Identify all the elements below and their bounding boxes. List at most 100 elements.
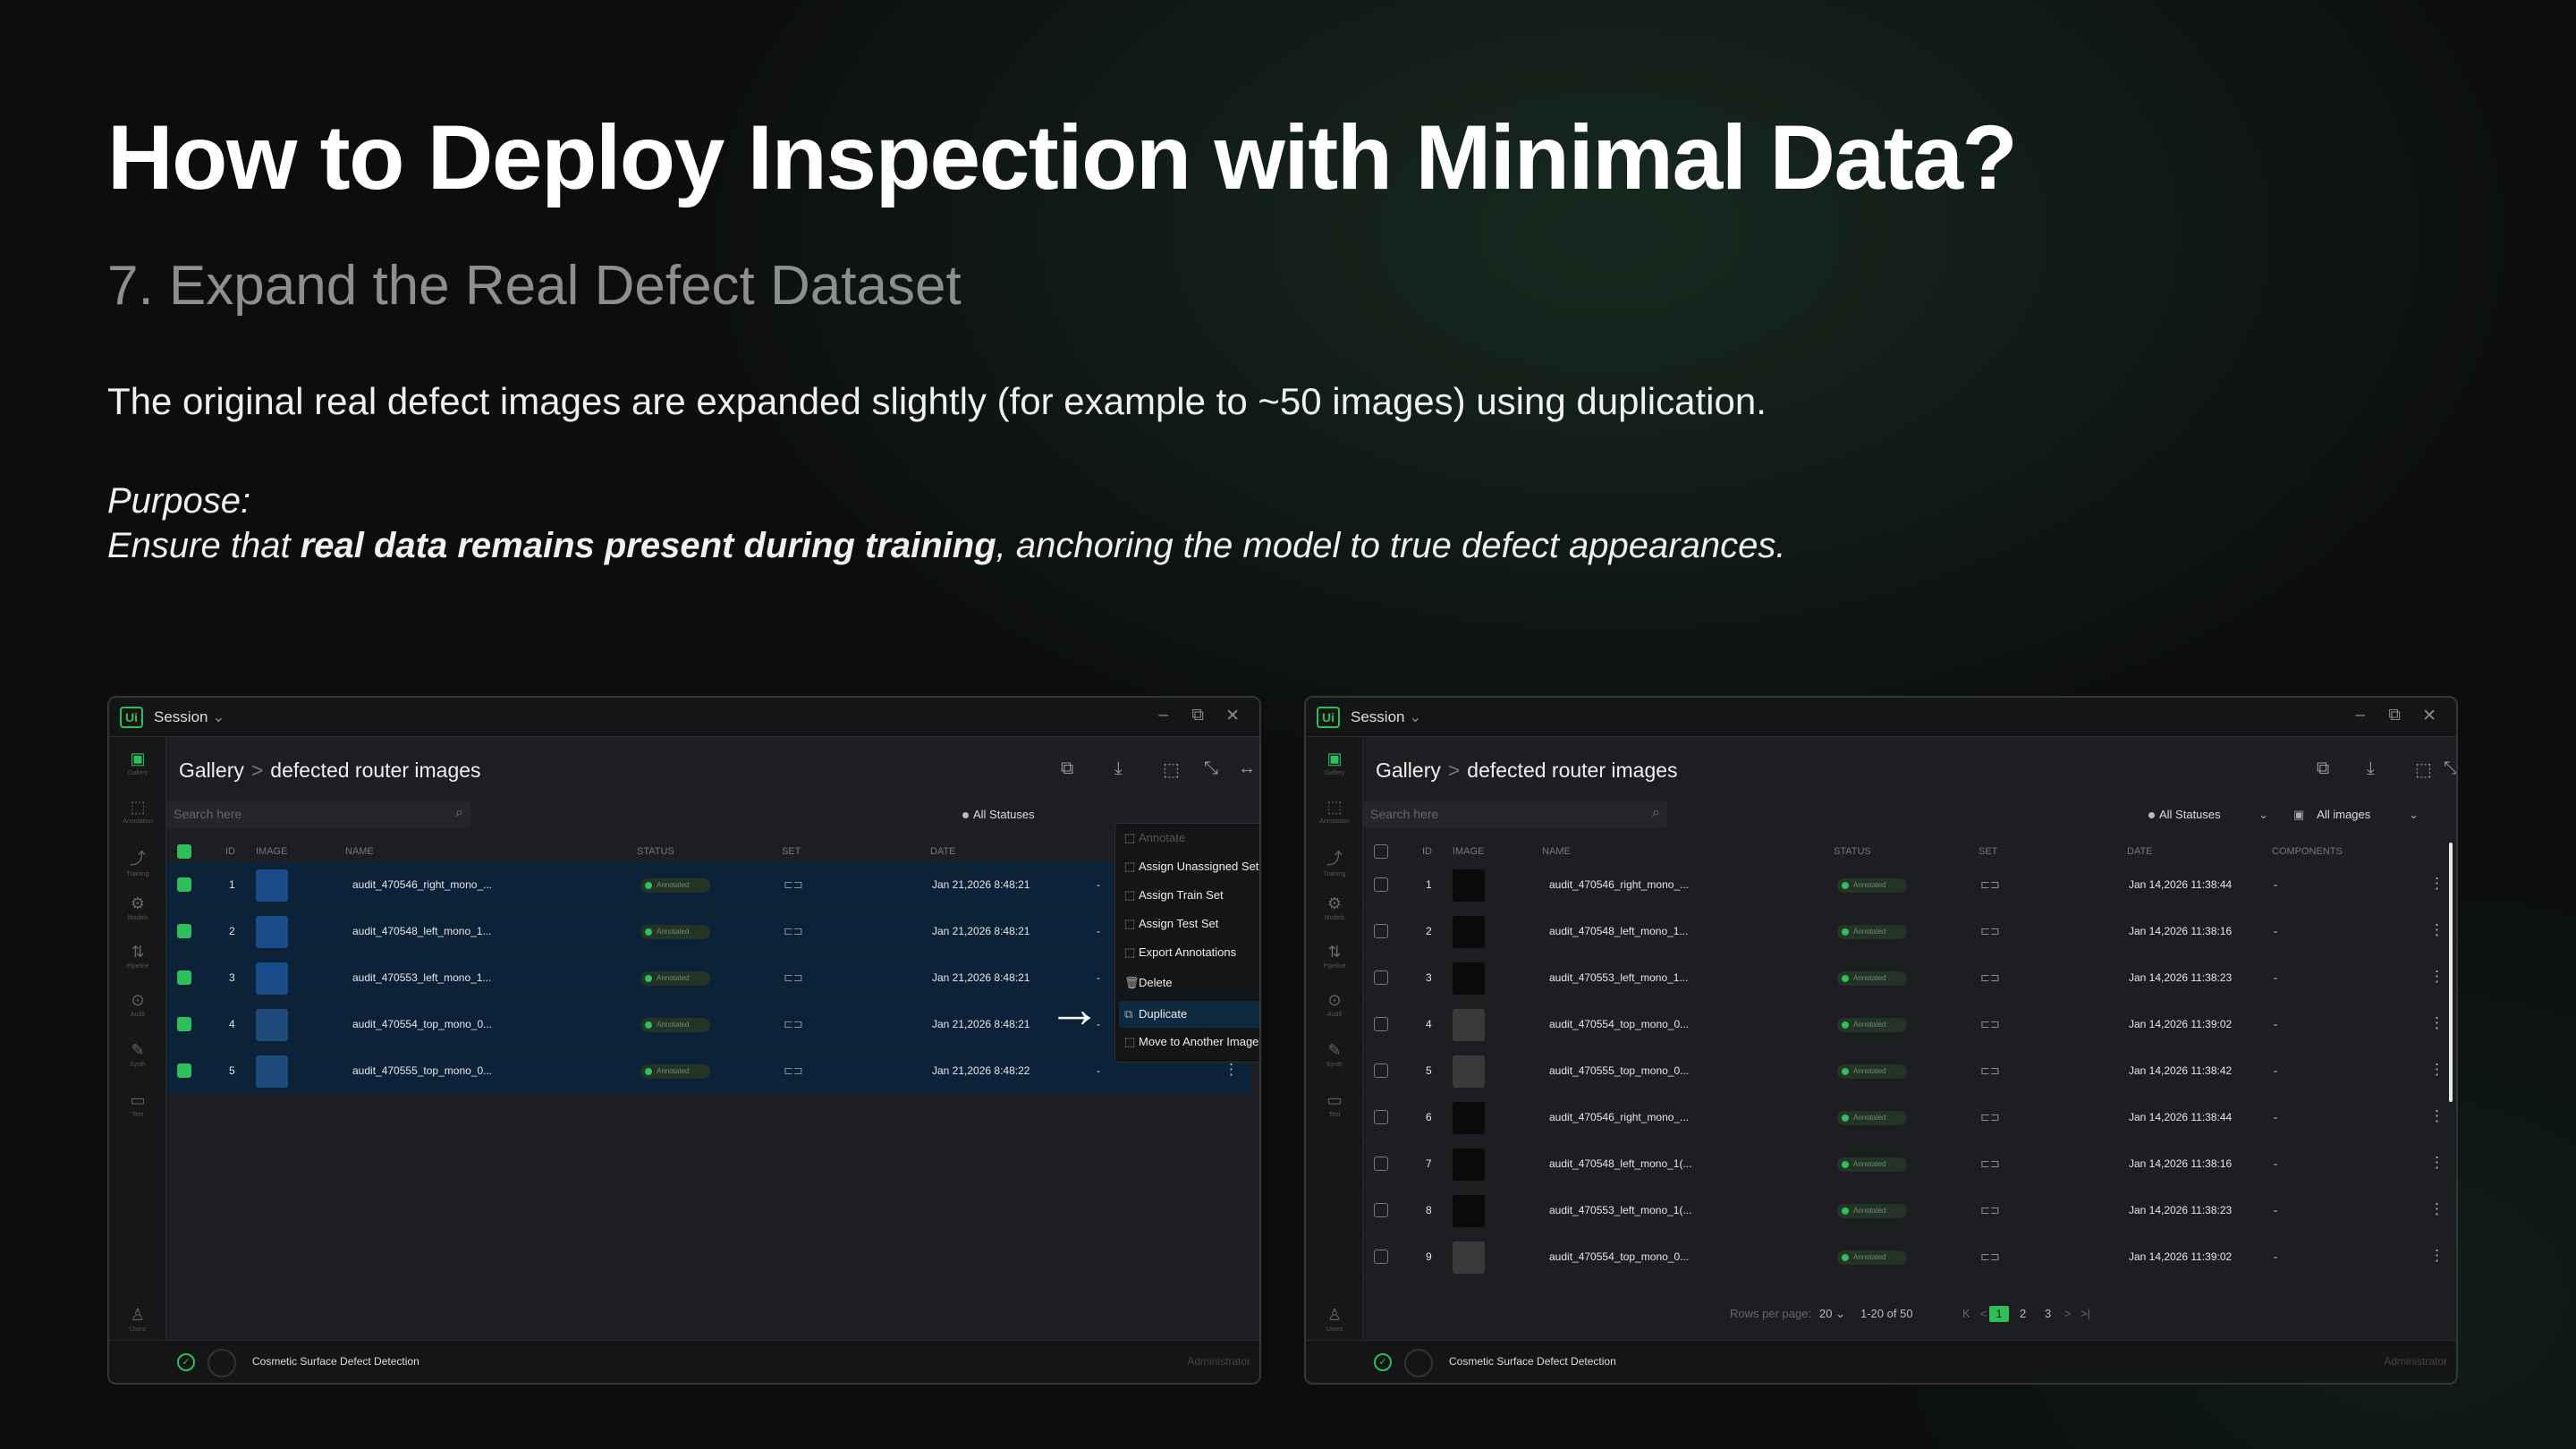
row-name[interactable]: audit_470548_left_mono_1... bbox=[1549, 925, 1688, 937]
breadcrumb-gallery[interactable]: Gallery bbox=[1376, 758, 1441, 782]
sidebar-item[interactable]: ⇅ Pipeline bbox=[1317, 943, 1352, 970]
scrollbar[interactable] bbox=[2449, 843, 2453, 1102]
table-row[interactable]: 1 audit_470546_right_mono_... Annotated ⊏⊐ J… bbox=[1363, 862, 2447, 909]
sidebar-item[interactable]: ✎ Synth bbox=[1317, 1041, 1352, 1068]
row-name[interactable]: audit_470548_left_mono_1(... bbox=[1549, 1157, 1691, 1170]
image-thumbnail[interactable] bbox=[1453, 962, 1485, 995]
table-row[interactable]: 9 audit_470554_top_mono_0... Annotated ⊏⊐ Ja… bbox=[1363, 1234, 2447, 1281]
download-icon[interactable]: ⤓ bbox=[1114, 758, 1123, 779]
crop-icon[interactable]: ⬚ bbox=[2415, 758, 2432, 781]
minimize-button[interactable]: – bbox=[2355, 706, 2365, 725]
sidebar-item[interactable]: ⤴ Training bbox=[1317, 846, 1352, 877]
collapse-icon[interactable]: ⤡ bbox=[2444, 758, 2456, 779]
table-row[interactable]: 3 audit_470553_left_mono_1... Annotated ⊏⊐ J… bbox=[1363, 955, 2447, 1002]
image-thumbnail[interactable] bbox=[256, 916, 288, 948]
table-row[interactable]: 8 audit_470553_left_mono_1(... Annotated ⊏⊐… bbox=[1363, 1188, 2447, 1234]
menu-item-delete[interactable]: 🗑Delete bbox=[1124, 976, 1173, 990]
image-thumbnail[interactable] bbox=[256, 1055, 288, 1088]
row-checkbox[interactable] bbox=[177, 1063, 191, 1078]
image-thumbnail[interactable] bbox=[1453, 1148, 1485, 1181]
sidebar-item[interactable]: ⇅ Pipeline bbox=[120, 943, 156, 970]
image-thumbnail[interactable] bbox=[1453, 1102, 1485, 1134]
breadcrumb-gallery[interactable]: Gallery bbox=[179, 758, 244, 782]
image-thumbnail[interactable] bbox=[1453, 916, 1485, 948]
row-checkbox[interactable] bbox=[1374, 1250, 1388, 1264]
first-page-button[interactable]: K bbox=[1962, 1307, 1970, 1320]
more-options-icon[interactable]: ⋮ bbox=[2429, 921, 2445, 939]
row-checkbox[interactable] bbox=[1374, 1157, 1388, 1171]
session-menu[interactable]: Session ⌄ bbox=[1351, 708, 1421, 726]
menu-item-assign-unassigned-set[interactable]: ⬚ Assign Unassigned Set bbox=[1124, 860, 1258, 874]
image-thumbnail[interactable] bbox=[256, 962, 288, 995]
row-checkbox[interactable] bbox=[1374, 1063, 1388, 1078]
menu-item-move-to-another-imageset[interactable]: ⬚ Move to Another Imageset bbox=[1124, 1035, 1259, 1049]
prev-page-button[interactable]: < bbox=[1980, 1307, 1987, 1320]
row-checkbox[interactable] bbox=[1374, 970, 1388, 985]
restore-button[interactable]: ⧉ bbox=[1191, 706, 1204, 725]
table-row[interactable]: 5 audit_470555_top_mono_0... Annotated ⊏⊐ Ja… bbox=[1363, 1048, 2447, 1095]
row-checkbox[interactable] bbox=[177, 877, 191, 892]
last-page-button[interactable]: >| bbox=[2080, 1307, 2090, 1320]
select-all-checkbox[interactable] bbox=[1374, 844, 1388, 859]
menu-item-assign-train-set[interactable]: ⬚ Assign Train Set bbox=[1124, 888, 1224, 902]
row-name[interactable]: audit_470553_left_mono_1(... bbox=[1549, 1204, 1691, 1216]
row-checkbox[interactable] bbox=[1374, 1110, 1388, 1124]
more-options-icon[interactable]: ⋮ bbox=[2429, 1061, 2445, 1079]
row-checkbox[interactable] bbox=[1374, 924, 1388, 938]
page-2-button[interactable]: 2 bbox=[2020, 1307, 2026, 1320]
status-filter[interactable]: All Statuses ⌄ bbox=[2140, 801, 2275, 828]
row-name[interactable]: audit_470553_left_mono_1... bbox=[1549, 971, 1688, 984]
expand-icon[interactable]: ↔ bbox=[1238, 758, 1256, 779]
image-thumbnail[interactable] bbox=[256, 1009, 288, 1041]
menu-item-assign-test-set[interactable]: ⬚ Assign Test Set bbox=[1124, 917, 1218, 931]
sidebar-item[interactable]: ⬚ Annotation bbox=[120, 798, 156, 825]
row-checkbox[interactable] bbox=[1374, 877, 1388, 892]
restore-button[interactable]: ⧉ bbox=[2388, 706, 2401, 725]
menu-item-export-annotations[interactable]: ⬚ Export Annotations bbox=[1124, 945, 1236, 960]
page-1-button[interactable]: 1 bbox=[1989, 1306, 2009, 1322]
search-input[interactable]: Search here ⌕ bbox=[1363, 801, 1667, 828]
sidebar-item[interactable]: ♙ Users bbox=[120, 1306, 156, 1333]
sidebar-item[interactable]: ⊙ Audit bbox=[1317, 991, 1352, 1018]
status-filter[interactable]: All Statuses bbox=[953, 801, 1044, 828]
sidebar-item[interactable]: ♙ Users bbox=[1317, 1306, 1352, 1333]
row-checkbox[interactable] bbox=[177, 1017, 191, 1031]
image-thumbnail[interactable] bbox=[256, 869, 288, 902]
sidebar-item[interactable]: ⬚ Annotation bbox=[1317, 798, 1352, 825]
sidebar-item[interactable]: ⚙ Models bbox=[120, 894, 156, 921]
rows-per-page-select[interactable]: 20 ⌄ bbox=[1819, 1307, 1845, 1321]
row-name[interactable]: audit_470554_top_mono_0... bbox=[1549, 1250, 1689, 1263]
minimize-button[interactable]: – bbox=[1158, 706, 1168, 725]
sidebar-item[interactable]: ▭ Test bbox=[120, 1091, 156, 1118]
row-name[interactable]: audit_470548_left_mono_1... bbox=[352, 925, 491, 937]
row-checkbox[interactable] bbox=[1374, 1017, 1388, 1031]
download-icon[interactable]: ⤓ bbox=[2367, 758, 2375, 779]
table-row[interactable]: 5 audit_470555_top_mono_0... Annotated ⊏⊐ Ja… bbox=[166, 1048, 1250, 1095]
row-checkbox[interactable] bbox=[177, 924, 191, 938]
close-button[interactable]: ✕ bbox=[1225, 706, 1240, 726]
table-row[interactable]: 6 audit_470546_right_mono_... Annotated ⊏⊐ J… bbox=[1363, 1095, 2447, 1141]
table-row[interactable]: 7 audit_470548_left_mono_1(... Annotated ⊏⊐… bbox=[1363, 1141, 2447, 1188]
more-options-icon[interactable]: ⋮ bbox=[2429, 1247, 2445, 1265]
table-row[interactable]: 2 audit_470548_left_mono_1... Annotated ⊏⊐ J… bbox=[1363, 909, 2447, 955]
image-filter[interactable]: ▣ All images ⌄ bbox=[2284, 801, 2426, 828]
crop-icon[interactable]: ⬚ bbox=[1163, 758, 1180, 781]
sidebar-item[interactable]: ⤴ Training bbox=[120, 846, 156, 877]
search-input[interactable]: Search here ⌕ bbox=[166, 801, 470, 828]
row-name[interactable]: audit_470546_right_mono_... bbox=[1549, 878, 1689, 891]
row-name[interactable]: audit_470555_top_mono_0... bbox=[352, 1064, 492, 1077]
more-options-icon[interactable]: ⋮ bbox=[1224, 1061, 1239, 1079]
more-options-icon[interactable]: ⋮ bbox=[2429, 1200, 2445, 1218]
image-thumbnail[interactable] bbox=[1453, 1195, 1485, 1227]
sidebar-item[interactable]: ▭ Test bbox=[1317, 1091, 1352, 1118]
collapse-icon[interactable]: ⤡ bbox=[1204, 758, 1218, 779]
avatar[interactable] bbox=[1404, 1349, 1433, 1377]
sidebar-item[interactable]: ▣ Gallery bbox=[1317, 750, 1352, 776]
session-menu[interactable]: Session ⌄ bbox=[154, 708, 225, 726]
more-options-icon[interactable]: ⋮ bbox=[2429, 1014, 2445, 1032]
more-options-icon[interactable]: ⋮ bbox=[2429, 875, 2445, 893]
row-name[interactable]: audit_470546_right_mono_... bbox=[352, 878, 492, 891]
row-name[interactable]: audit_470546_right_mono_... bbox=[1549, 1111, 1689, 1123]
sidebar-item[interactable]: ▣ Gallery bbox=[120, 750, 156, 776]
table-row[interactable]: 4 audit_470554_top_mono_0... Annotated ⊏⊐ Ja… bbox=[1363, 1002, 2447, 1048]
